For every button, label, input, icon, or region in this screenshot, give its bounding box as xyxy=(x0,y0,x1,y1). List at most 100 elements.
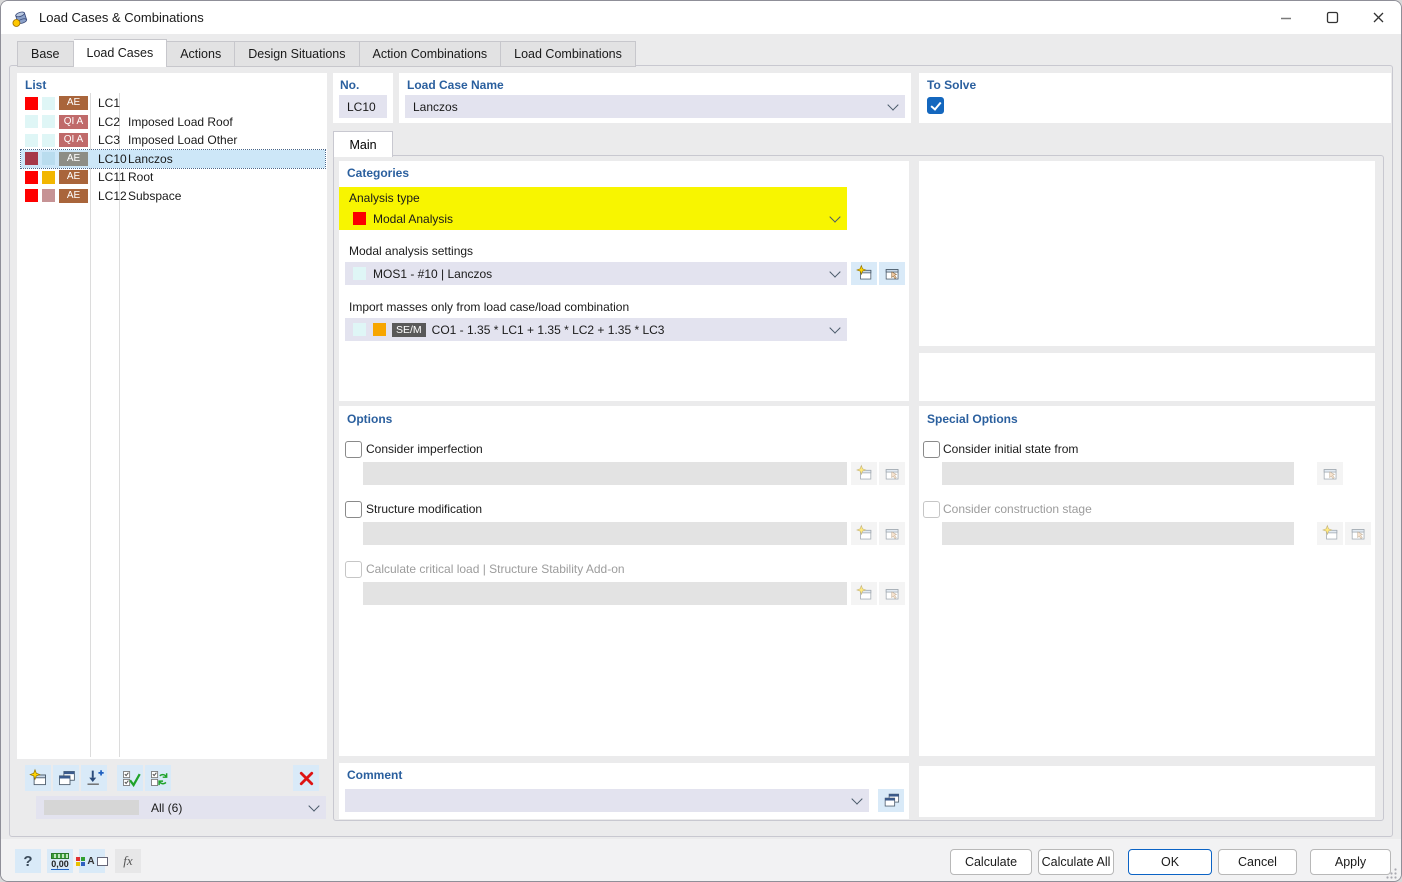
load-cases-app-icon xyxy=(11,8,31,28)
ok-button[interactable]: OK xyxy=(1128,849,1212,875)
new-modal-settings-button[interactable] xyxy=(851,262,877,285)
tab-action-combinations[interactable]: Action Combinations xyxy=(360,41,502,67)
to-solve-checkbox[interactable] xyxy=(927,97,944,114)
action-color-swatch xyxy=(25,189,38,202)
right-bottom-panel xyxy=(919,766,1375,817)
delete-load-case-button[interactable] xyxy=(293,765,319,791)
list-item[interactable]: AE LC11 Root xyxy=(21,168,325,186)
minimize-button[interactable] xyxy=(1263,1,1309,34)
calculate-all-button[interactable]: Calculate All xyxy=(1038,849,1114,875)
import-masses-dropdown[interactable]: SE/M CO1 - 1.35 * LC1 + 1.35 * LC2 + 1.3… xyxy=(345,318,847,341)
edit-icon xyxy=(883,584,902,603)
new-construction-stage-button xyxy=(1317,522,1343,545)
analysis-type-dropdown[interactable]: Modal Analysis xyxy=(345,207,847,230)
list-filter-dropdown[interactable]: All (6) xyxy=(36,796,326,819)
list-item[interactable]: QI A LC2 Imposed Load Roof xyxy=(21,113,325,131)
modal-settings-dropdown[interactable]: MOS1 - #10 | Lanczos xyxy=(345,262,847,285)
edit-construction-stage-button xyxy=(1345,522,1371,545)
edit-icon xyxy=(1321,464,1340,483)
consider-imperfection-checkbox[interactable] xyxy=(345,441,362,458)
consider-initial-state-checkbox[interactable] xyxy=(923,441,940,458)
list-item-selected[interactable]: AE LC10 Lanczos xyxy=(21,150,325,168)
load-case-name: Imposed Load Roof xyxy=(128,115,233,129)
tab-main[interactable]: Main xyxy=(333,131,393,157)
select-all-to-solve-button[interactable] xyxy=(117,765,143,791)
list-item[interactable]: QI A LC3 Imposed Load Other xyxy=(21,131,325,149)
titlebar: Load Cases & Combinations xyxy=(1,1,1401,34)
action-color-swatch xyxy=(25,134,38,147)
new-icon xyxy=(855,264,874,283)
insert-load-case-button[interactable] xyxy=(81,765,107,791)
load-case-id: LC2 xyxy=(98,115,125,129)
import-masses-color-swatch-2 xyxy=(373,323,386,336)
new-critical-load-button xyxy=(851,582,877,605)
display-properties-button[interactable]: A xyxy=(79,849,105,873)
new-imperfection-button xyxy=(851,462,877,485)
edit-initial-state-button xyxy=(1317,462,1343,485)
invert-to-solve-button[interactable] xyxy=(145,765,171,791)
comment-dropdown[interactable] xyxy=(345,789,869,812)
load-case-id: LC11 xyxy=(98,170,125,184)
action-color-swatch xyxy=(25,171,38,184)
edit-icon xyxy=(1349,524,1368,543)
tab-load-combinations[interactable]: Load Combinations xyxy=(501,41,636,67)
modal-settings-label: Modal analysis settings xyxy=(349,244,473,258)
decimal-places-icon: 0,00 xyxy=(51,853,69,870)
chevron-down-icon xyxy=(887,99,898,110)
new-structure-modification-button xyxy=(851,522,877,545)
action-type-badge: AE xyxy=(59,170,88,184)
tab-design-situations[interactable]: Design Situations xyxy=(235,41,359,67)
list-item[interactable]: AE LC1 xyxy=(21,94,325,112)
load-case-name-dropdown[interactable]: Lanczos xyxy=(405,95,905,118)
new-load-case-button[interactable] xyxy=(25,765,51,791)
category-color-swatch xyxy=(42,171,55,184)
apply-button[interactable]: Apply xyxy=(1310,849,1391,875)
comment-panel: Comment xyxy=(339,763,909,819)
tab-base[interactable]: Base xyxy=(17,41,74,67)
edit-icon xyxy=(883,524,902,543)
calculate-critical-load-label: Calculate critical load | Structure Stab… xyxy=(366,562,625,576)
calculate-critical-load-checkbox xyxy=(345,561,362,578)
structure-modification-label: Structure modification xyxy=(366,502,482,516)
structure-modification-checkbox[interactable] xyxy=(345,501,362,518)
calculate-button[interactable]: Calculate xyxy=(950,849,1032,875)
consider-construction-stage-checkbox xyxy=(923,501,940,518)
to-solve-label: To Solve xyxy=(927,78,976,92)
analysis-info-panel-small xyxy=(919,353,1375,401)
help-button[interactable]: ? xyxy=(15,849,41,873)
resize-grip[interactable] xyxy=(1385,867,1398,880)
units-decimal-places-button[interactable]: 0,00 xyxy=(47,849,73,873)
maximize-button[interactable] xyxy=(1309,1,1355,34)
edit-modal-settings-button[interactable] xyxy=(879,262,905,285)
fx-icon: fx xyxy=(123,853,132,869)
special-options-panel: Special Options Consider initial state f… xyxy=(919,406,1375,756)
chevron-down-icon xyxy=(829,211,840,222)
category-color-swatch xyxy=(42,134,55,147)
load-case-number-field[interactable]: LC10 xyxy=(339,95,387,118)
category-color-swatch xyxy=(42,189,55,202)
edit-icon xyxy=(883,464,902,483)
import-masses-label: Import masses only from load case/load c… xyxy=(349,300,629,314)
apply-comment-to-all-button[interactable] xyxy=(878,789,904,812)
critical-load-field xyxy=(363,582,847,605)
action-type-badge: QI A xyxy=(59,133,88,147)
tab-load-cases[interactable]: Load Cases xyxy=(74,39,168,67)
load-case-name: Lanczos xyxy=(128,152,173,166)
formula-button[interactable]: fx xyxy=(115,849,141,873)
load-case-id: LC1 xyxy=(98,96,125,110)
copy-load-case-button[interactable] xyxy=(53,765,79,791)
categories-panel: Categories Analysis type Modal Analysis … xyxy=(339,161,909,401)
invert-check-icon xyxy=(148,768,169,789)
dialog-tabs: Base Load Cases Actions Design Situation… xyxy=(17,39,636,67)
close-button[interactable] xyxy=(1355,1,1401,34)
tab-actions[interactable]: Actions xyxy=(167,41,235,67)
list-item[interactable]: AE LC12 Subspace xyxy=(21,187,325,205)
initial-state-field xyxy=(942,462,1294,485)
load-case-name-label: Load Case Name xyxy=(407,78,504,92)
question-mark-icon: ? xyxy=(23,853,32,870)
action-color-swatch xyxy=(25,115,38,128)
cancel-button[interactable]: Cancel xyxy=(1218,849,1297,875)
display-colors-icon: A xyxy=(76,856,107,867)
special-options-header: Special Options xyxy=(927,412,1018,426)
chevron-down-icon xyxy=(308,800,319,811)
